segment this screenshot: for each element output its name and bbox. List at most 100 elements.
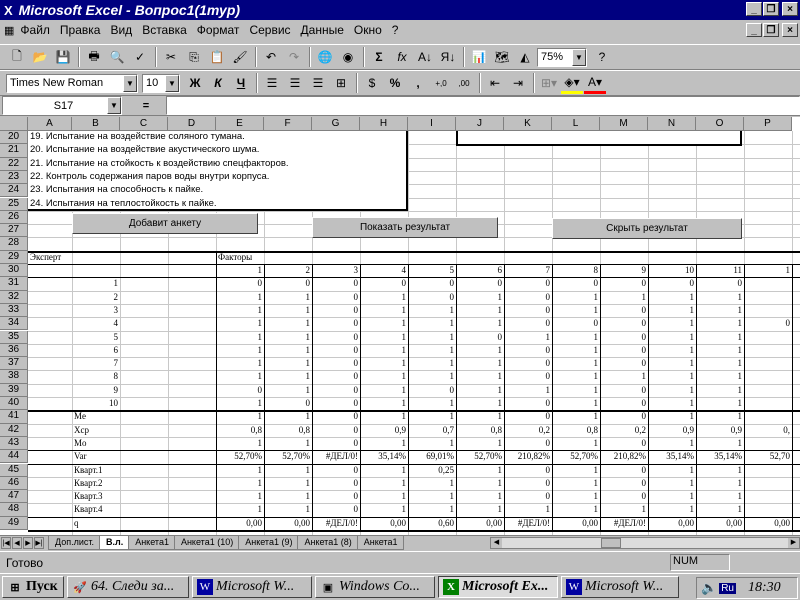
row-header-34[interactable]: 34 bbox=[0, 317, 28, 331]
task-button-3[interactable]: ▣ Windows Co... bbox=[315, 576, 435, 598]
font-color-icon[interactable]: A▾ bbox=[584, 72, 606, 94]
row-header-46[interactable]: 46 bbox=[0, 476, 28, 491]
horizontal-scrollbar[interactable]: ◀ ▶ bbox=[490, 537, 800, 549]
row-header-33[interactable]: 33 bbox=[0, 303, 28, 318]
zoom-select[interactable]: 75% ▼ bbox=[537, 47, 587, 67]
row-header-21[interactable]: 21 bbox=[0, 144, 28, 158]
menu-view[interactable]: Вид bbox=[110, 23, 132, 37]
open-icon[interactable]: 📂 bbox=[29, 46, 51, 68]
row-header-38[interactable]: 38 bbox=[0, 370, 28, 384]
increase-indent-icon[interactable]: ⇥ bbox=[507, 72, 529, 94]
decrease-decimal-icon[interactable]: ,00 bbox=[453, 72, 475, 94]
column-header-f[interactable]: F bbox=[264, 117, 312, 131]
save-icon[interactable]: 💾 bbox=[52, 46, 74, 68]
row-header-24[interactable]: 24 bbox=[0, 184, 28, 198]
doc-minimize-button[interactable]: _ bbox=[746, 23, 762, 37]
hyperlink-icon[interactable]: 🌐 bbox=[314, 46, 336, 68]
row-header-47[interactable]: 47 bbox=[0, 490, 28, 504]
preview-icon[interactable]: 🔍 bbox=[106, 46, 128, 68]
row-header-20[interactable]: 20 bbox=[0, 131, 28, 145]
column-header-b[interactable]: B bbox=[72, 117, 120, 131]
align-center-icon[interactable]: ☰ bbox=[284, 72, 306, 94]
row-header-45[interactable]: 45 bbox=[0, 463, 28, 477]
row-header-23[interactable]: 23 bbox=[0, 170, 28, 185]
web-toolbar-icon[interactable]: ◉ bbox=[337, 46, 359, 68]
column-header-p[interactable]: P bbox=[744, 117, 792, 131]
align-right-icon[interactable]: ☰ bbox=[307, 72, 329, 94]
doc-restore-button[interactable]: ❐ bbox=[763, 23, 779, 37]
row-header-25[interactable]: 25 bbox=[0, 197, 28, 211]
row-header-42[interactable]: 42 bbox=[0, 423, 28, 437]
row-header-28[interactable]: 28 bbox=[0, 237, 28, 251]
task-button-4[interactable]: X Microsoft Ex... bbox=[438, 576, 558, 598]
italic-button[interactable]: К bbox=[207, 72, 229, 94]
office-assistant-icon[interactable]: ? bbox=[591, 46, 613, 68]
formula-input[interactable] bbox=[166, 96, 800, 115]
align-left-icon[interactable]: ☰ bbox=[261, 72, 283, 94]
row-header-29[interactable]: 29 bbox=[0, 250, 28, 264]
scroll-left-icon[interactable]: ◀ bbox=[491, 538, 502, 548]
column-header-n[interactable]: N bbox=[648, 117, 696, 131]
task-button-5[interactable]: W Microsoft W... bbox=[561, 576, 679, 598]
row-header-41[interactable]: 41 bbox=[0, 410, 28, 424]
row-header-43[interactable]: 43 bbox=[0, 436, 28, 451]
paste-icon[interactable]: 📋 bbox=[206, 46, 228, 68]
row-header-39[interactable]: 39 bbox=[0, 383, 28, 397]
row-header-49[interactable]: 49 bbox=[0, 516, 28, 530]
start-button[interactable]: ⊞ Пуск bbox=[2, 576, 64, 598]
column-header-o[interactable]: O bbox=[696, 117, 744, 131]
column-header-k[interactable]: K bbox=[504, 117, 552, 131]
bold-button[interactable]: Ж bbox=[184, 72, 206, 94]
borders-icon[interactable]: ⊞▾ bbox=[538, 72, 560, 94]
sort-ascending-icon[interactable]: A↓ bbox=[414, 46, 436, 68]
menu-format[interactable]: Формат bbox=[197, 23, 240, 37]
select-all-corner[interactable] bbox=[0, 117, 28, 131]
autosum-icon[interactable]: Σ bbox=[368, 46, 390, 68]
column-header-l[interactable]: L bbox=[552, 117, 600, 131]
task-button-2[interactable]: W Microsoft W... bbox=[192, 576, 312, 598]
speaker-icon[interactable]: 🔈 bbox=[701, 580, 717, 596]
undo-icon[interactable]: ↶ bbox=[260, 46, 282, 68]
maximize-button[interactable]: ❐ bbox=[763, 2, 779, 16]
menu-edit[interactable]: Правка bbox=[60, 23, 101, 37]
task-button-1[interactable]: 🚀 64. Следи за... bbox=[67, 576, 189, 598]
spelling-icon[interactable]: ✓ bbox=[129, 46, 151, 68]
sheet-tab[interactable]: Анкета1 (8) bbox=[297, 536, 359, 550]
row-header-27[interactable]: 27 bbox=[0, 224, 28, 238]
format-painter-icon[interactable]: 🖌 bbox=[229, 46, 251, 68]
cut-icon[interactable]: ✂ bbox=[160, 46, 182, 68]
column-header-h[interactable]: H bbox=[360, 117, 408, 131]
row-header-22[interactable]: 22 bbox=[0, 157, 28, 171]
sheet-tab[interactable]: В.л. bbox=[98, 536, 131, 550]
font-size-select[interactable]: 10 ▼ bbox=[142, 73, 180, 93]
redo-icon[interactable]: ↷ bbox=[283, 46, 305, 68]
show-result-button[interactable]: Показать результат bbox=[312, 216, 498, 238]
sheet-tab[interactable]: Анкета1 bbox=[356, 536, 405, 550]
sheet-tab[interactable]: Анкета1 (9) bbox=[238, 536, 300, 550]
sort-descending-icon[interactable]: Я↓ bbox=[437, 46, 459, 68]
scroll-thumb[interactable] bbox=[601, 538, 621, 548]
sheet-tab[interactable]: Анкета1 bbox=[128, 536, 176, 550]
next-sheet-icon[interactable]: ▶ bbox=[23, 537, 33, 549]
percent-button[interactable]: % bbox=[384, 72, 406, 94]
chart-wizard-icon[interactable]: 📊 bbox=[468, 46, 490, 68]
decrease-indent-icon[interactable]: ⇤ bbox=[484, 72, 506, 94]
row-header-36[interactable]: 36 bbox=[0, 343, 28, 358]
column-header-d[interactable]: D bbox=[168, 117, 216, 131]
formula-equals[interactable]: = bbox=[126, 100, 166, 112]
column-header-g[interactable]: G bbox=[312, 117, 360, 131]
column-header-c[interactable]: C bbox=[120, 117, 168, 131]
last-sheet-icon[interactable]: ▶| bbox=[34, 537, 44, 549]
underline-button[interactable]: Ч bbox=[230, 72, 252, 94]
workbook-icon[interactable]: ▦ bbox=[4, 24, 14, 37]
drawing-icon[interactable]: ◭ bbox=[514, 46, 536, 68]
function-icon[interactable]: fx bbox=[391, 46, 413, 68]
row-header-30[interactable]: 30 bbox=[0, 264, 28, 278]
first-sheet-icon[interactable]: |◀ bbox=[1, 537, 11, 549]
minimize-button[interactable]: _ bbox=[746, 2, 762, 16]
language-indicator[interactable]: Ru bbox=[719, 582, 736, 594]
copy-icon[interactable]: ⎘ bbox=[183, 46, 205, 68]
scroll-right-icon[interactable]: ▶ bbox=[788, 538, 799, 548]
row-header-37[interactable]: 37 bbox=[0, 357, 28, 371]
sheet-tab[interactable]: Доп.лист. bbox=[48, 536, 101, 550]
